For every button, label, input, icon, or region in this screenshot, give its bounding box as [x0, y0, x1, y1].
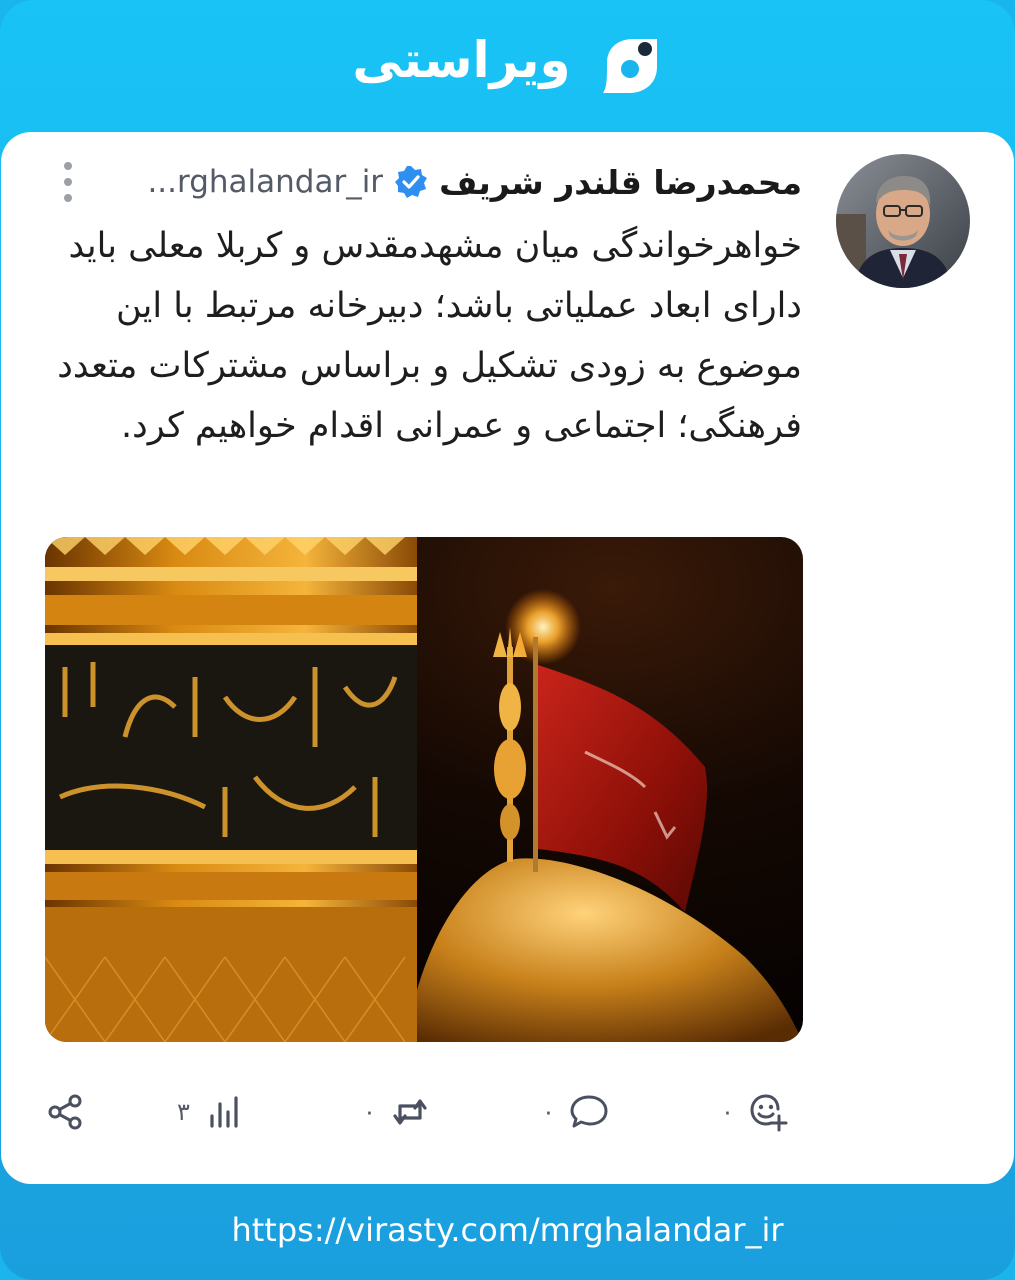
react-action[interactable]: ۰: [721, 1082, 788, 1142]
shrine-dome-photo: [45, 537, 803, 1042]
add-reaction-icon: [750, 1094, 788, 1132]
app-frame: ویراستی محمدرضا قلندر شریف ...rghalandar…: [0, 0, 1015, 1280]
post-card[interactable]: محمدرضا قلندر شریف ...rghalandar_ir خواه…: [1, 132, 1014, 1184]
views-action[interactable]: ۳: [177, 1082, 244, 1142]
author-name[interactable]: محمدرضا قلندر شریف: [439, 163, 802, 202]
author-row[interactable]: محمدرضا قلندر شریف ...rghalandar_ir: [147, 154, 802, 210]
virasty-logo-icon: [602, 39, 657, 93]
post-text: خواهرخواندگی میان مشهدمقدس و کربلا معلی …: [57, 226, 802, 446]
username[interactable]: ...rghalandar_ir: [147, 164, 383, 200]
verified-badge-icon: [395, 166, 428, 198]
comment-icon: [570, 1095, 608, 1128]
profile-url[interactable]: https://virasty.com/mrghalandar_ir: [0, 1200, 1015, 1260]
repost-action[interactable]: ۰: [363, 1082, 430, 1142]
share-action[interactable]: [45, 1082, 85, 1142]
share-icon: [48, 1094, 82, 1130]
react-count: ۰: [721, 1098, 734, 1126]
comment-count: ۰: [542, 1098, 555, 1126]
post-actions: ۳ ۰ ۰ ۰: [45, 1082, 805, 1142]
post-image[interactable]: [45, 537, 803, 1042]
repost-count: ۰: [363, 1098, 376, 1126]
more-vertical-icon[interactable]: [53, 162, 83, 202]
avatar-photo: [836, 154, 970, 288]
brand-name: ویراستی: [352, 31, 571, 89]
views-count: ۳: [177, 1098, 190, 1126]
avatar[interactable]: [836, 154, 970, 288]
comment-action[interactable]: ۰: [542, 1082, 609, 1142]
repost-icon: [393, 1099, 427, 1125]
app-header: ویراستی: [0, 0, 1015, 132]
bar-chart-icon: [210, 1096, 238, 1128]
